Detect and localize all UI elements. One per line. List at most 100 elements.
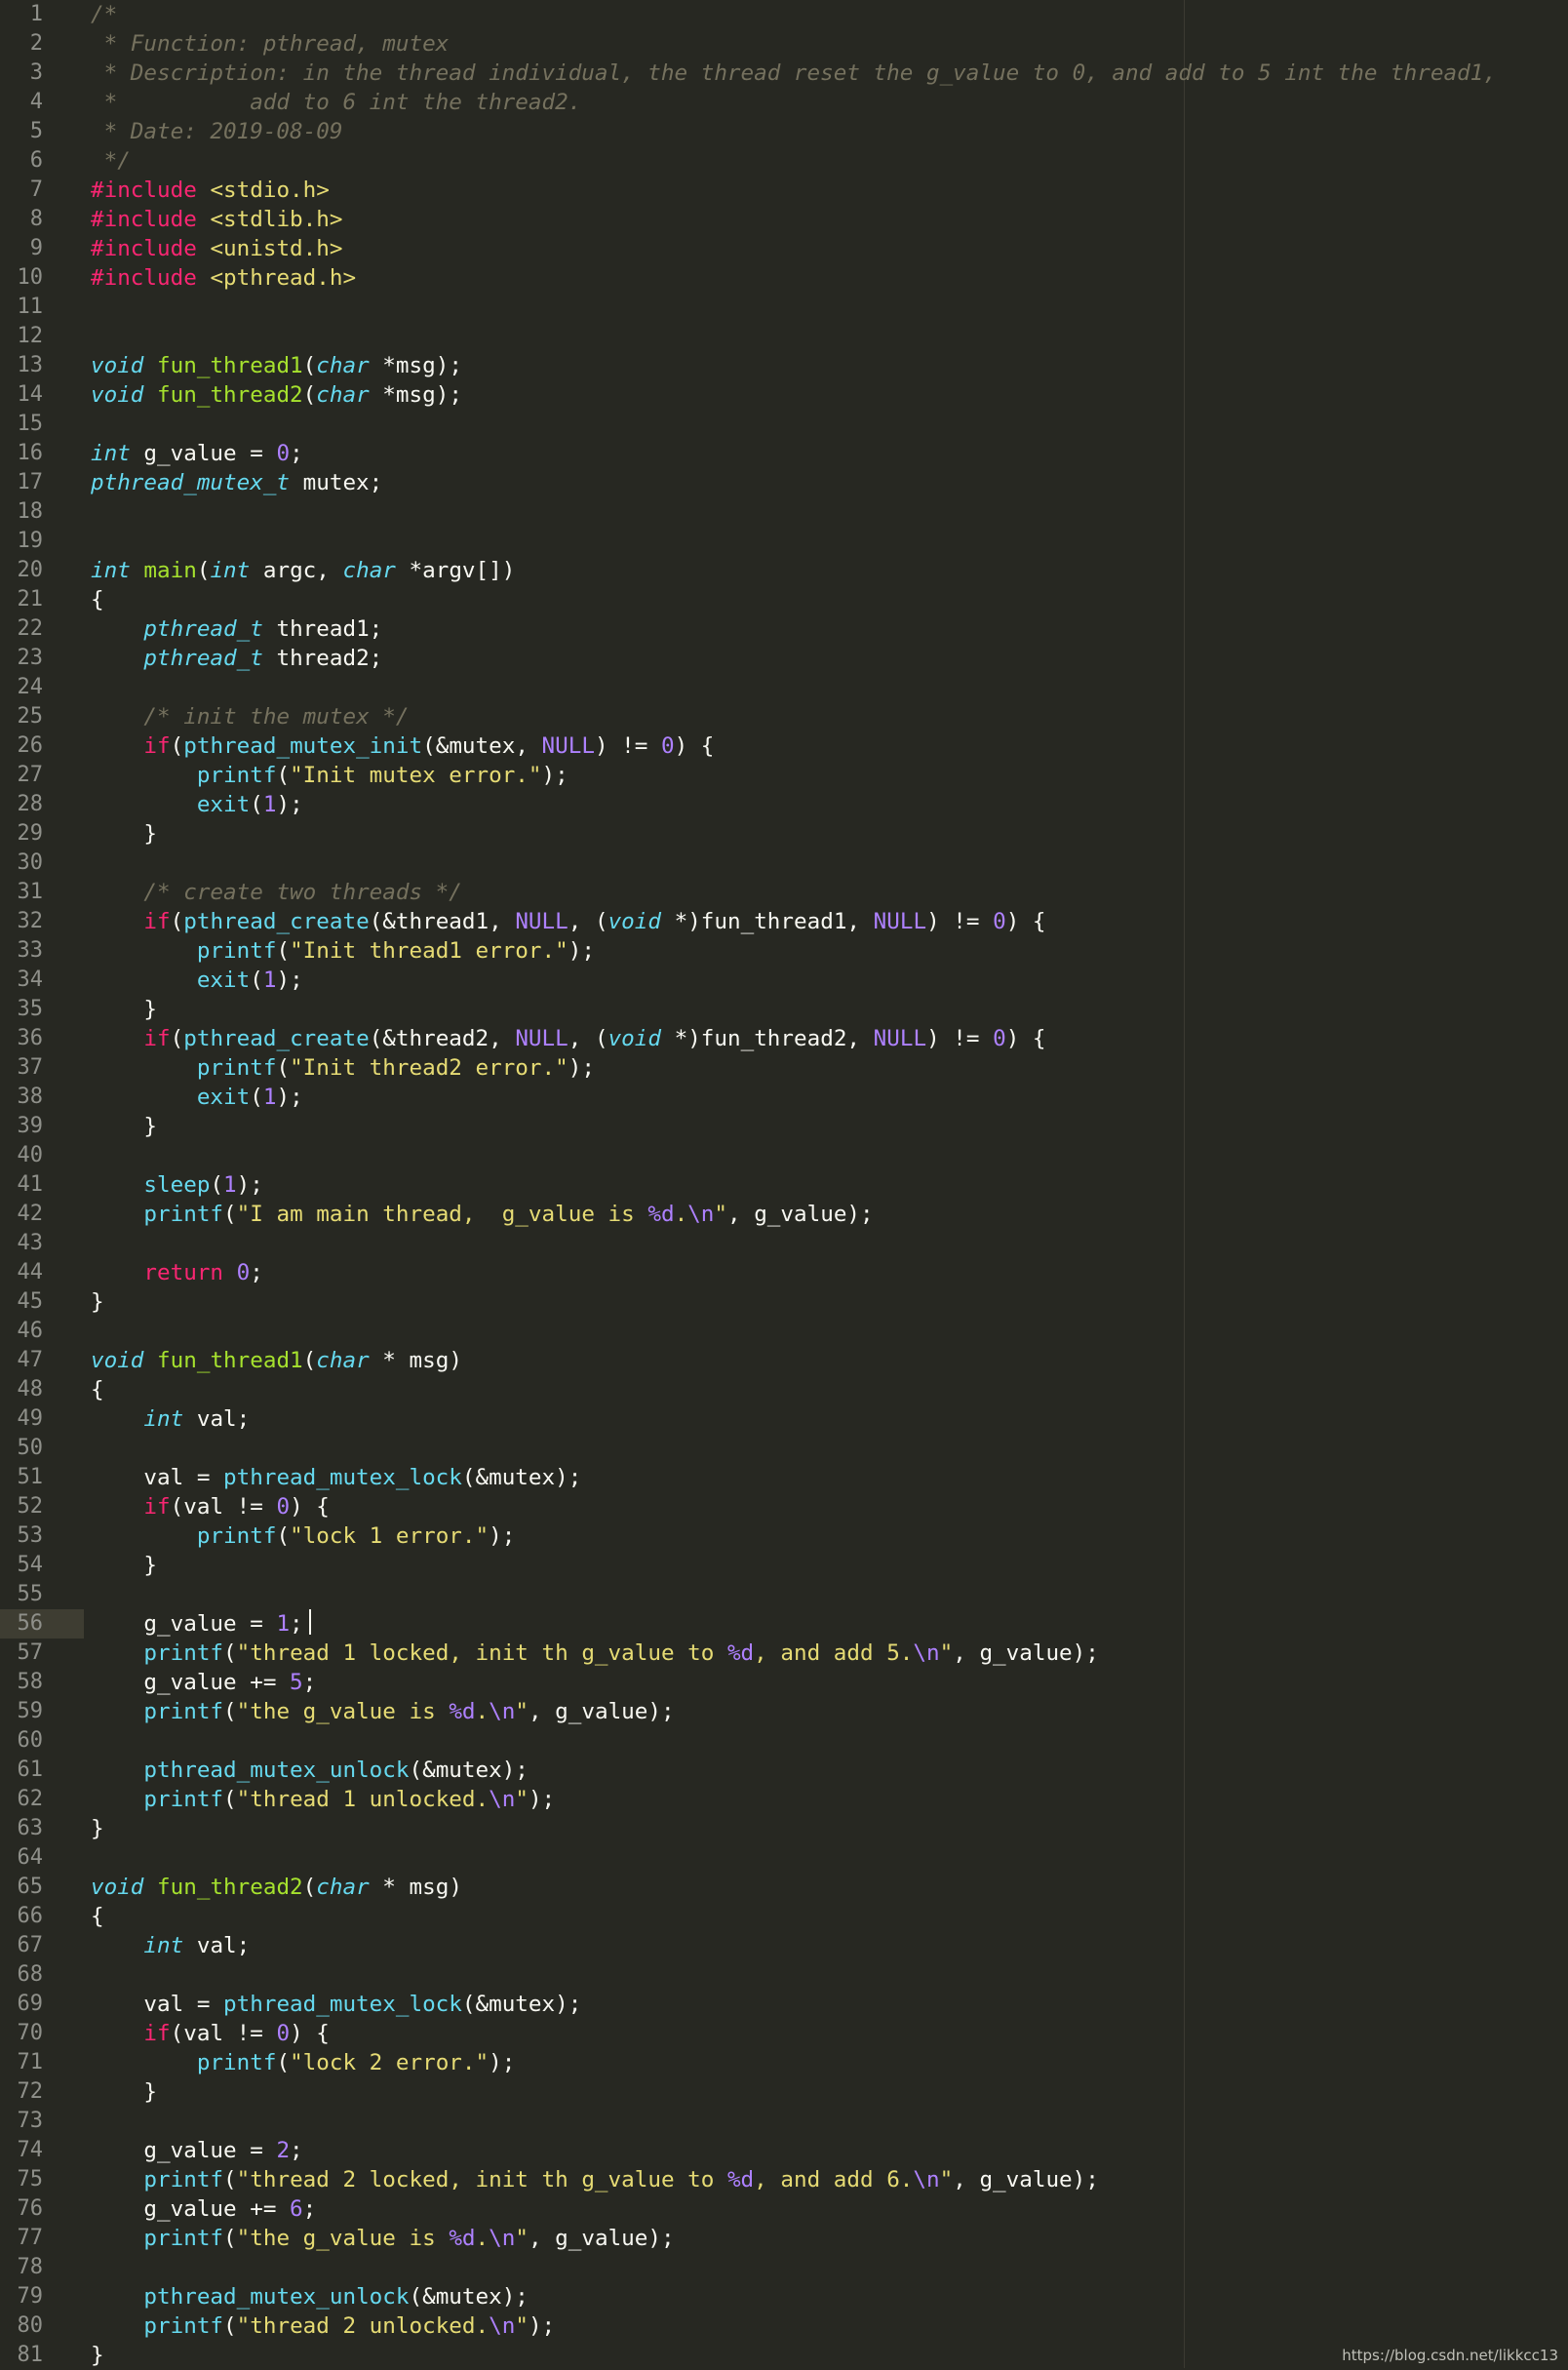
code-line[interactable]: g_value = 1;: [91, 1609, 302, 1639]
code-line[interactable]: if(pthread_create(&thread1, NULL, (void …: [91, 907, 1045, 936]
code-line[interactable]: printf("Init thread1 error.");: [91, 936, 595, 966]
code-line[interactable]: val = pthread_mutex_lock(&mutex);: [91, 1463, 581, 1492]
code-line[interactable]: void fun_thread2(char *msg);: [91, 380, 462, 410]
code-line[interactable]: g_value += 5;: [91, 1668, 316, 1697]
code-line[interactable]: if(val != 0) {: [91, 1492, 329, 1521]
code-line[interactable]: printf("Init thread2 error.");: [91, 1053, 595, 1083]
code-token: (: [170, 1026, 184, 1051]
code-line[interactable]: * add to 6 int the thread2.: [91, 88, 582, 117]
code-line[interactable]: sleep(1);: [91, 1170, 263, 1200]
code-line[interactable]: void fun_thread1(char * msg): [91, 1346, 462, 1375]
code-line[interactable]: val = pthread_mutex_lock(&mutex);: [91, 1990, 581, 2019]
number-token: NULL: [515, 1026, 568, 1051]
code-line[interactable]: pthread_t thread2;: [91, 644, 382, 673]
code-area[interactable]: /* * Function: pthread, mutex * Descript…: [0, 0, 1568, 2368]
code-line[interactable]: void fun_thread1(char *msg);: [91, 351, 462, 380]
call-token: pthread_mutex_lock: [223, 1992, 462, 2017]
code-line[interactable]: printf("thread 1 locked, init th g_value…: [91, 1639, 1098, 1668]
type-token: char: [342, 558, 396, 583]
number-token: %d: [647, 1202, 675, 1227]
code-token: (: [276, 1055, 291, 1081]
code-line[interactable]: printf("lock 1 error.");: [91, 1521, 516, 1551]
code-token: (: [276, 763, 291, 788]
call-token: printf: [196, 2050, 277, 2075]
code-token: (: [250, 792, 263, 817]
code-token: *)fun_thread2,: [660, 1026, 874, 1051]
code-token: }: [91, 1289, 104, 1315]
code-line[interactable]: #include <pthread.h>: [91, 263, 356, 293]
code-line[interactable]: }: [91, 2341, 104, 2370]
code-line[interactable]: if(pthread_create(&thread2, NULL, (void …: [91, 1024, 1045, 1053]
code-token: );: [489, 1523, 516, 1549]
code-line[interactable]: pthread_mutex_unlock(&mutex);: [91, 2282, 529, 2311]
code-line[interactable]: printf("thread 1 unlocked.\n");: [91, 1785, 555, 1814]
string-token: ": [515, 1699, 529, 1724]
code-line[interactable]: g_value += 6;: [91, 2194, 316, 2224]
code-line[interactable]: int g_value = 0;: [91, 439, 303, 468]
code-line[interactable]: printf("Init mutex error.");: [91, 761, 568, 790]
code-line[interactable]: }: [91, 1112, 157, 1141]
code-line[interactable]: printf("thread 2 unlocked.\n");: [91, 2311, 555, 2341]
code-line[interactable]: if(val != 0) {: [91, 2019, 329, 2048]
string-token: , and add 5.: [754, 1640, 914, 1666]
code-line[interactable]: printf("the g_value is %d.\n", g_value);: [91, 1697, 674, 1726]
code-line[interactable]: }: [91, 1814, 104, 1843]
number-token: 0: [236, 1260, 251, 1285]
code-token: (val !=: [170, 1494, 277, 1520]
code-line[interactable]: #include <stdio.h>: [91, 176, 330, 205]
code-token: (: [223, 1202, 237, 1227]
code-line[interactable]: pthread_t thread1;: [91, 614, 382, 644]
code-line[interactable]: #include <stdlib.h>: [91, 205, 342, 234]
code-line[interactable]: void fun_thread2(char * msg): [91, 1873, 462, 1902]
number-token: 0: [660, 733, 675, 759]
code-line[interactable]: }: [91, 819, 157, 849]
code-token: {: [91, 1904, 104, 1929]
code-line[interactable]: g_value = 2;: [91, 2136, 302, 2165]
code-token: , g_value);: [953, 2167, 1099, 2192]
code-line[interactable]: pthread_mutex_unlock(&mutex);: [91, 1756, 529, 1785]
code-token: );: [528, 1787, 556, 1812]
code-line[interactable]: printf("lock 2 error.");: [91, 2048, 516, 2077]
type-token: void: [608, 909, 661, 934]
call-token: printf: [143, 1787, 224, 1812]
code-line[interactable]: if(pthread_mutex_init(&mutex, NULL) != 0…: [91, 731, 714, 761]
code-line[interactable]: /* init the mutex */: [91, 702, 409, 731]
code-line[interactable]: /*: [91, 0, 117, 29]
code-line[interactable]: printf("the g_value is %d.\n", g_value);: [91, 2224, 674, 2253]
code-line[interactable]: {: [91, 1902, 104, 1931]
code-line[interactable]: exit(1);: [91, 790, 303, 819]
function-name-token: fun_thread2: [157, 1875, 303, 1900]
code-line[interactable]: return 0;: [91, 1258, 262, 1287]
code-line[interactable]: printf("thread 2 locked, init th g_value…: [91, 2165, 1099, 2194]
number-token: NULL: [515, 909, 568, 934]
string-token: <stdio.h>: [210, 178, 330, 203]
code-line[interactable]: * Function: pthread, mutex: [91, 29, 450, 59]
code-line[interactable]: int val;: [91, 1404, 250, 1434]
code-line[interactable]: */: [91, 146, 131, 176]
type-token: char: [316, 382, 370, 408]
code-line[interactable]: * Date: 2019-08-09: [91, 117, 343, 146]
code-line[interactable]: #include <unistd.h>: [91, 234, 342, 263]
code-token: );: [236, 1172, 263, 1198]
code-line[interactable]: pthread_mutex_t mutex;: [91, 468, 382, 497]
code-line[interactable]: }: [91, 2077, 157, 2107]
call-token: printf: [196, 938, 277, 964]
code-line[interactable]: }: [91, 995, 157, 1024]
code-line[interactable]: exit(1);: [91, 1083, 303, 1112]
string-token: "I am main thread, g_value is: [236, 1202, 648, 1227]
code-line[interactable]: }: [91, 1287, 104, 1317]
string-token: "Init mutex error.": [290, 763, 542, 788]
code-line[interactable]: {: [91, 585, 104, 614]
code-line[interactable]: int val;: [91, 1931, 250, 1960]
code-line[interactable]: /* create two threads */: [91, 878, 461, 907]
code-line[interactable]: printf("I am main thread, g_value is %d.…: [91, 1200, 873, 1229]
code-line[interactable]: {: [91, 1375, 104, 1404]
code-line[interactable]: }: [91, 1551, 157, 1580]
code-line[interactable]: exit(1);: [91, 966, 303, 995]
code-line[interactable]: int main(int argc, char *argv[]): [91, 556, 515, 585]
call-token: exit: [196, 792, 251, 817]
code-line[interactable]: * Description: in the thread individual,…: [91, 59, 1497, 88]
code-editor[interactable]: 1 2 3 4 5 6 7 8 9 10 11 12 13 14 15 16 17 18 19 20 21 22 23 24 2…: [0, 0, 1568, 2368]
